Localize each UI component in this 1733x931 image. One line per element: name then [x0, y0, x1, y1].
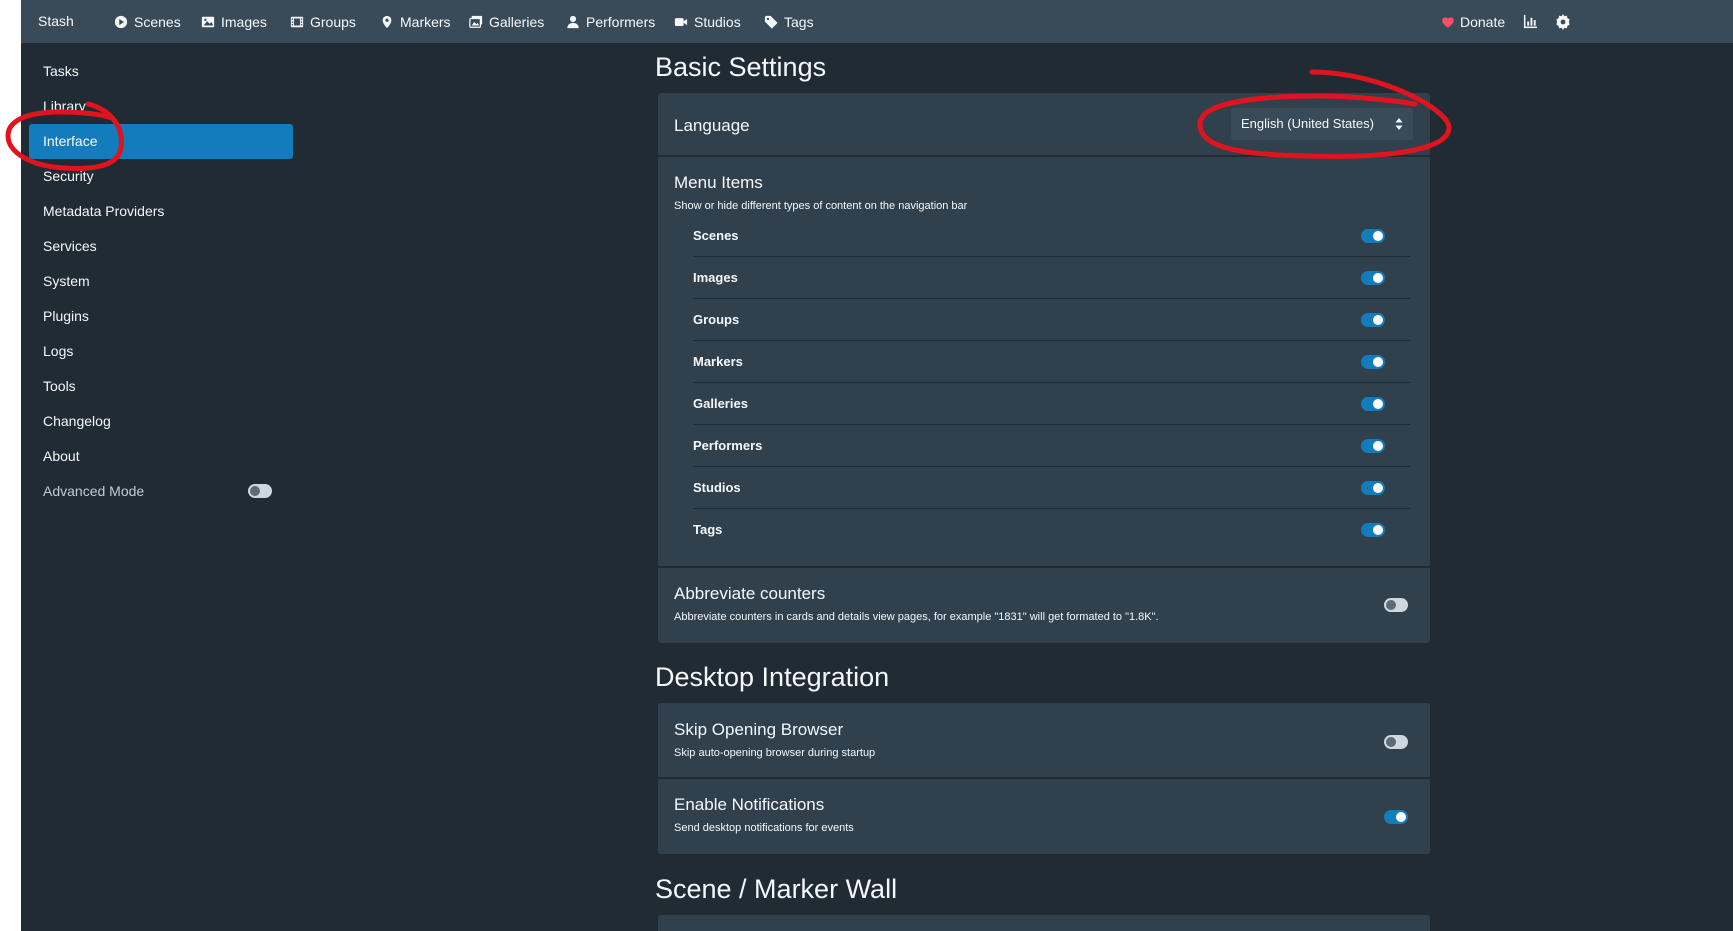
- menu-scenes-toggle[interactable]: [1361, 229, 1385, 243]
- toggle-knob: [1373, 231, 1383, 241]
- language-label: Language: [674, 116, 750, 135]
- menu-item-label: Groups: [693, 312, 740, 327]
- basic-settings-card: Language English (United States) Menu It…: [658, 93, 1430, 643]
- enable-notifications-description: Send desktop notifications for events: [674, 822, 854, 834]
- menu-performers-toggle[interactable]: [1361, 439, 1385, 453]
- menu-item-galleries: Galleries: [693, 383, 1410, 425]
- menu-item-label: Tags: [693, 522, 723, 537]
- menu-markers-toggle[interactable]: [1361, 355, 1385, 369]
- menu-item-studios: Studios: [693, 467, 1410, 509]
- menu-item-label: Markers: [693, 354, 743, 369]
- scene-marker-wall-heading: Scene / Marker Wall: [655, 874, 898, 904]
- divider: [658, 566, 1430, 568]
- divider: [658, 777, 1430, 779]
- toggle-knob: [1373, 315, 1383, 325]
- menu-item-groups: Groups: [693, 299, 1410, 341]
- toggle-knob: [1373, 273, 1383, 283]
- menu-item-markers: Markers: [693, 341, 1410, 383]
- skip-browser-title: Skip Opening Browser: [674, 720, 844, 739]
- app-window: Stash Scenes Images Groups Markers Galle…: [21, 0, 1733, 931]
- menu-items-title: Menu Items: [674, 173, 763, 192]
- menu-item-tags: Tags: [693, 509, 1410, 551]
- abbreviate-counters-title: Abbreviate counters: [674, 584, 826, 603]
- settings-main: Basic Settings Language English (United …: [21, 0, 1733, 931]
- menu-items-description: Show or hide different types of content …: [674, 200, 968, 212]
- menu-images-toggle[interactable]: [1361, 271, 1385, 285]
- menu-studios-toggle[interactable]: [1361, 481, 1385, 495]
- desktop-integration-card: Skip Opening Browser Skip auto-opening b…: [658, 703, 1430, 854]
- skip-browser-toggle[interactable]: [1384, 735, 1408, 749]
- toggle-knob: [1373, 357, 1383, 367]
- menu-item-performers: Performers: [693, 425, 1410, 467]
- toggle-knob: [1373, 441, 1383, 451]
- desktop-integration-heading: Desktop Integration: [655, 662, 890, 692]
- menu-item-label: Galleries: [693, 396, 748, 411]
- select-caret-icon: [1395, 118, 1403, 130]
- menu-item-label: Performers: [693, 438, 763, 453]
- toggle-knob: [1386, 600, 1396, 610]
- language-select[interactable]: English (United States): [1231, 108, 1413, 140]
- menu-groups-toggle[interactable]: [1361, 313, 1385, 327]
- toggle-knob: [1386, 737, 1396, 747]
- toggle-knob: [1373, 483, 1383, 493]
- menu-item-images: Images: [693, 257, 1410, 299]
- menu-galleries-toggle[interactable]: [1361, 397, 1385, 411]
- abbreviate-counters-toggle[interactable]: [1384, 598, 1408, 612]
- toggle-knob: [1373, 399, 1383, 409]
- enable-notifications-title: Enable Notifications: [674, 795, 825, 814]
- language-value: English (United States): [1241, 116, 1374, 131]
- menu-item-label: Scenes: [693, 228, 739, 243]
- enable-notifications-toggle[interactable]: [1384, 810, 1408, 824]
- abbreviate-counters-description: Abbreviate counters in cards and details…: [674, 611, 1159, 623]
- basic-settings-heading: Basic Settings: [655, 52, 827, 82]
- menu-item-label: Studios: [693, 480, 741, 495]
- skip-browser-description: Skip auto-opening browser during startup: [674, 747, 876, 759]
- scene-marker-wall-card: [658, 915, 1430, 931]
- menu-tags-toggle[interactable]: [1361, 523, 1385, 537]
- toggle-knob: [1396, 812, 1406, 822]
- menu-item-label: Images: [693, 270, 738, 285]
- toggle-knob: [1373, 525, 1383, 535]
- divider: [658, 155, 1430, 157]
- menu-item-scenes: Scenes: [693, 215, 1410, 257]
